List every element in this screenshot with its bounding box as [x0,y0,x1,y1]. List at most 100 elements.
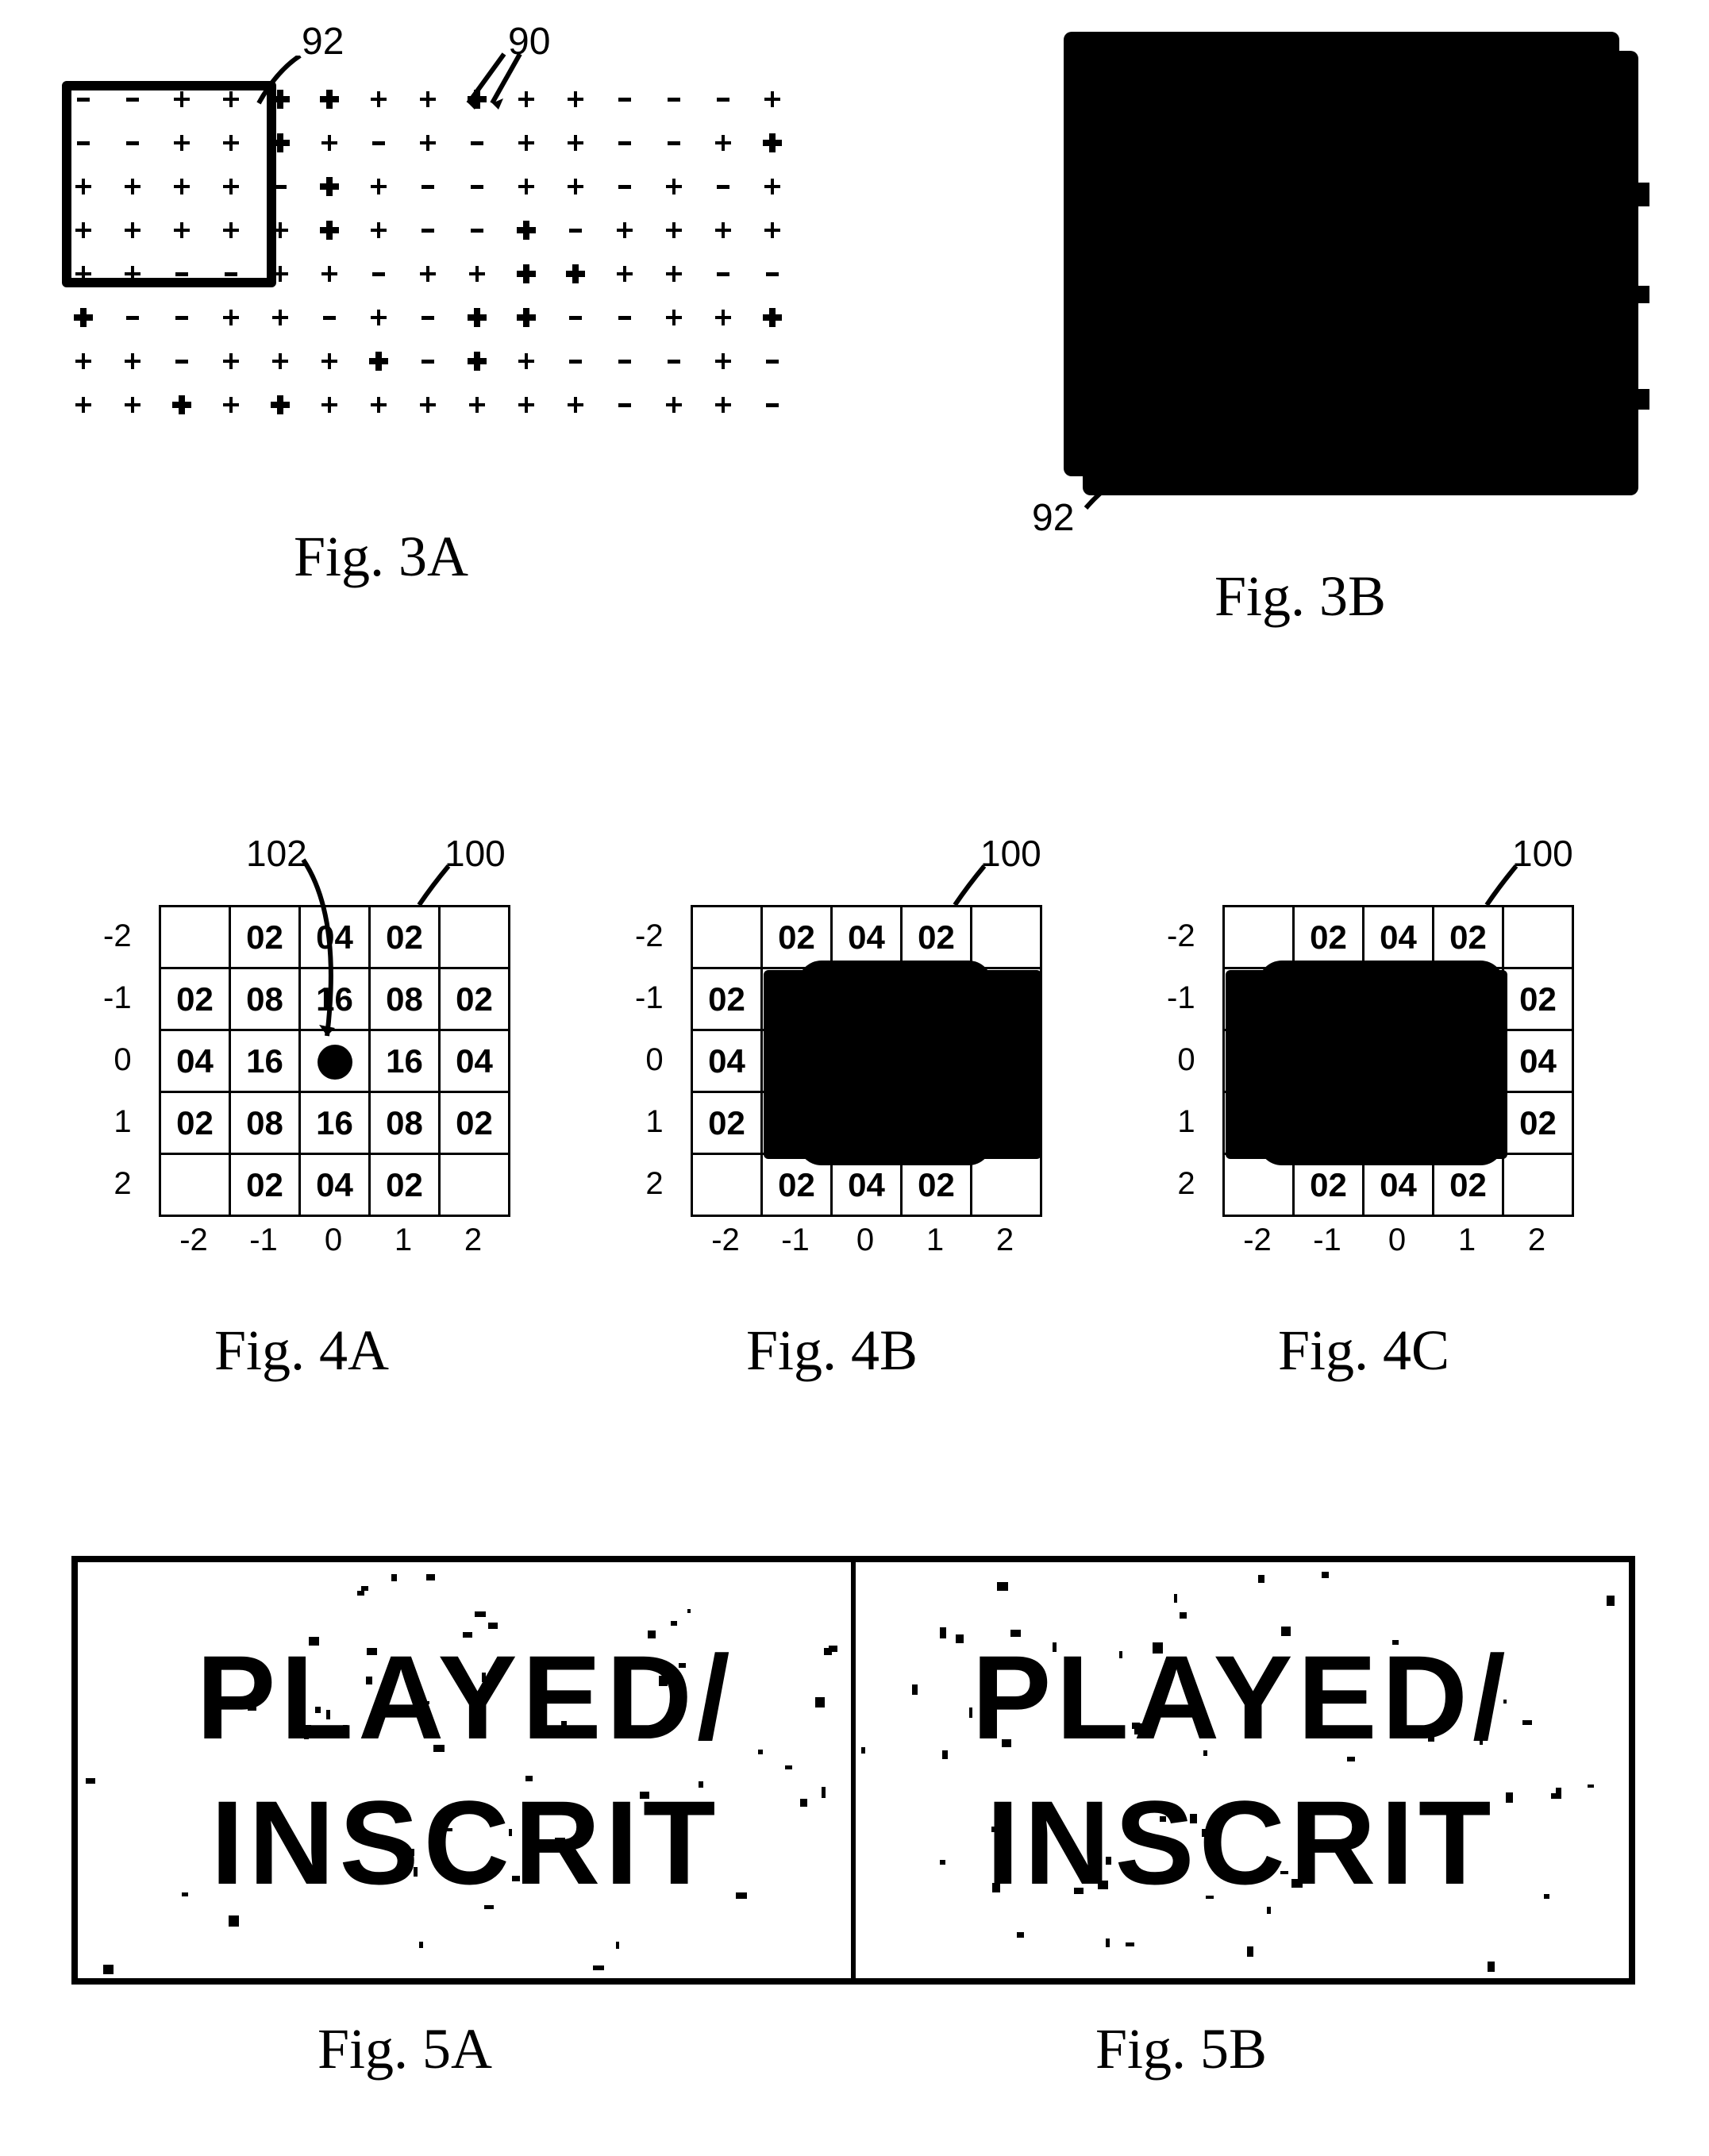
glyph-mark [711,306,735,329]
glyph-mark [613,306,637,329]
matrix-cell: 08 [230,968,300,1030]
glyph-mark [760,349,784,373]
glyph-mark [121,393,144,417]
glyph-mark [268,393,292,417]
glyph-mark [662,87,686,111]
matrix-cell: 02 [902,1154,972,1216]
glyph-mark [662,306,686,329]
col-label: -1 [1292,1222,1362,1258]
noise-speck [824,1648,833,1655]
glyph-mark [613,87,637,111]
big-glyph [1238,373,1318,452]
noise-speck [182,1892,188,1896]
col-label: 2 [1502,1222,1572,1258]
glyph-mark [367,349,391,373]
matrix-cell: 08 [370,968,440,1030]
glyph-mark [760,393,784,417]
row-label: -2 [103,905,140,967]
glyph-mark [613,349,637,373]
glyph-mark [416,393,440,417]
big-glyph [1357,274,1437,353]
callout-92b: 92 [1032,496,1074,540]
noise-speck [940,1627,946,1638]
glyph-mark [760,131,784,155]
glyph-mark [760,306,784,329]
noise-speck [357,1591,364,1596]
glyph-mark [416,131,440,155]
matrix-cell [440,1154,510,1216]
glyph-mark [514,262,538,286]
col-label: 2 [438,1222,508,1258]
caption-fig3b: Fig. 3B [1214,564,1386,629]
matrix-cell: 02 [762,1154,832,1216]
matrix-cell: 02 [230,907,300,968]
noise-speck [1488,1962,1495,1973]
fig5a-line2: INSCRIT [211,1774,721,1912]
glyph-mark [121,306,144,329]
noise-speck [391,1574,398,1581]
glyph-mark [318,218,341,242]
row-label: 2 [635,1153,672,1215]
matrix-cell [692,907,762,968]
glyph-mark [760,175,784,198]
row-label: 1 [103,1091,140,1153]
row-label: 0 [103,1029,140,1091]
noise-speck [229,1915,239,1927]
matrix-cell [832,1030,902,1092]
glyph-mark [367,218,391,242]
col-label: 0 [830,1222,900,1258]
col-label: 2 [970,1222,1040,1258]
fig5b-line1: PLAYED/ [972,1629,1510,1766]
glyph-mark [318,306,341,329]
glyph-mark [662,349,686,373]
glyph-mark [416,262,440,286]
noise-speck [736,1892,747,1898]
glyph-mark [416,87,440,111]
glyph-mark [662,175,686,198]
noise-speck [1506,1792,1513,1804]
glyph-mark [613,262,637,286]
matrix-cell: 04 [832,1154,902,1216]
noise-speck [1544,1894,1549,1900]
glyph-mark [514,131,538,155]
matrix-cell: 08 [1434,1092,1503,1154]
big-glyph [1238,175,1318,254]
noise-speck [815,1697,825,1707]
matrix-cell: 02 [1503,968,1573,1030]
matrix-cell: 08 [1434,968,1503,1030]
row-label: -1 [635,967,672,1029]
noise-speck [861,1747,864,1754]
col-label: 1 [368,1222,438,1258]
glyph-mark [71,393,95,417]
glyph-mark [367,87,391,111]
caption-fig4b: Fig. 4B [746,1318,918,1384]
noise-speck [942,1750,948,1759]
selection-box-92 [62,81,276,287]
matrix-cell: 08 [370,1092,440,1154]
glyph-mark [367,306,391,329]
matrix-cell: 02 [972,1092,1041,1154]
glyph-mark [170,349,194,373]
matrix-cell: 02 [440,1092,510,1154]
matrix-cell [1224,1154,1294,1216]
row-label: 1 [1167,1091,1203,1153]
glyph-mark [711,349,735,373]
matrix-cell: 16 [1434,1030,1503,1092]
noise-speck [1126,1942,1134,1946]
glyph-mark [367,175,391,198]
figure-5a-pane: PLAYED/ INSCRIT [78,1562,853,1978]
matrix-cell: 04 [1224,1030,1294,1092]
glyph-mark [71,306,95,329]
glyph-mark [564,218,587,242]
noise-speck [940,1860,945,1865]
glyph-mark [564,262,587,286]
caption-fig4c: Fig. 4C [1278,1318,1449,1384]
matrix-cell: 02 [1434,1154,1503,1216]
matrix-cell: 08 [1294,968,1364,1030]
noise-speck [419,1942,423,1948]
big-glyph [1119,274,1199,353]
noise-speck [1180,1612,1186,1619]
matrix-cell: 16 [230,1030,300,1092]
noise-speck [1551,1793,1562,1800]
matrix-cell: 04 [1364,1154,1434,1216]
